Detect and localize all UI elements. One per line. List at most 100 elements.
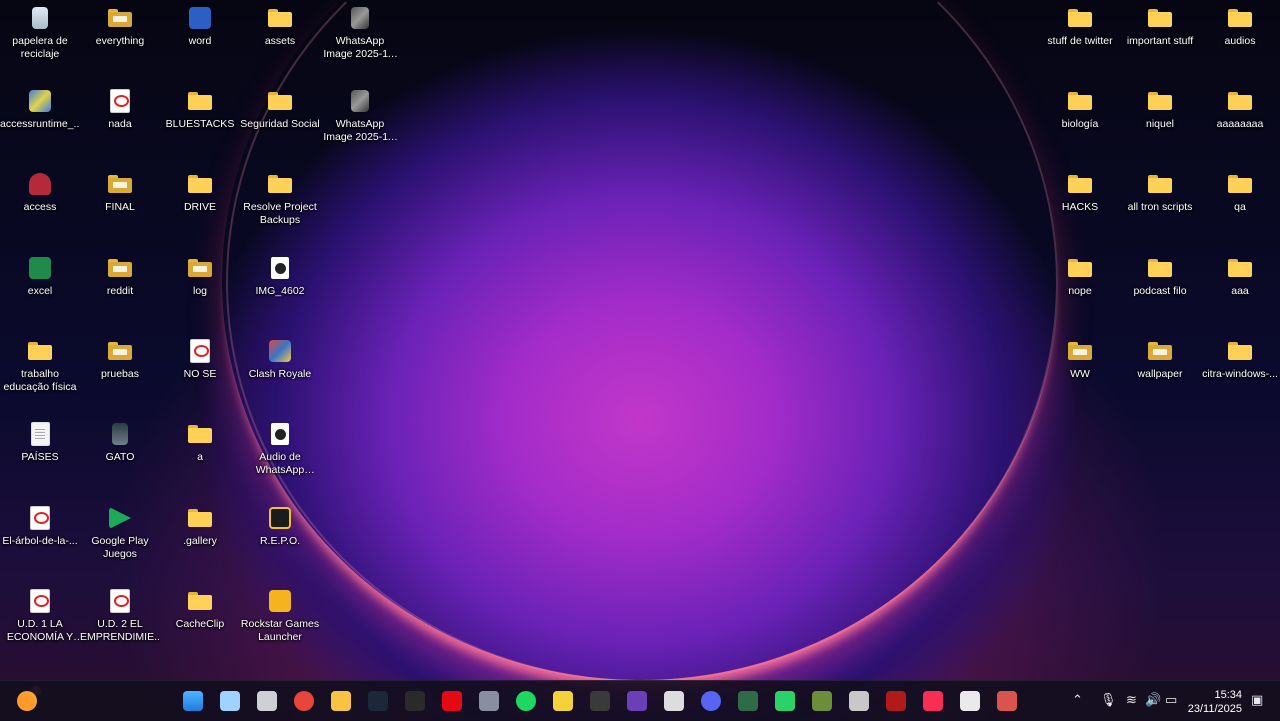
widgets-button[interactable] bbox=[14, 688, 40, 714]
desktop-icon-22[interactable]: PAÍSES bbox=[0, 418, 80, 498]
epic-games-taskbar-button[interactable] bbox=[402, 688, 428, 714]
chatgpt-taskbar-button[interactable] bbox=[957, 688, 983, 714]
usb-taskbar-button[interactable] bbox=[846, 688, 872, 714]
desktop-icon-25[interactable]: Audio de WhatsApp 2025... bbox=[240, 418, 320, 498]
desktop-icon-44[interactable]: podcast filo bbox=[1120, 252, 1200, 332]
clock-date: 23/11/2025 bbox=[1187, 703, 1242, 715]
battery-icon[interactable]: ▭ bbox=[1165, 693, 1177, 709]
app-red-taskbar-button[interactable] bbox=[883, 688, 909, 714]
recycle-icon bbox=[27, 6, 53, 30]
pdf-icon bbox=[27, 589, 53, 613]
desktop-icon-29[interactable]: R.E.P.O. bbox=[240, 502, 320, 582]
desktop-icon-16[interactable]: log bbox=[160, 252, 240, 332]
netflix-taskbar-button[interactable] bbox=[439, 688, 465, 714]
snipping-taskbar-button[interactable] bbox=[735, 688, 761, 714]
desktop-icon-32[interactable]: CacheClip bbox=[160, 585, 240, 665]
desktop-icon-40[interactable]: HACKS bbox=[1040, 168, 1120, 248]
folder-icon bbox=[1147, 89, 1173, 113]
desktop-icon-4[interactable]: WhatsApp Image 2025-11-23 at 1... bbox=[320, 2, 400, 82]
microphone-icon[interactable]: 🎙 bbox=[1100, 693, 1117, 709]
chrome-taskbar-button[interactable] bbox=[291, 688, 317, 714]
desktop-icon-46[interactable]: WW bbox=[1040, 335, 1120, 415]
desktop-icon-15[interactable]: reddit bbox=[80, 252, 160, 332]
lemon-app-taskbar-button[interactable] bbox=[550, 688, 576, 714]
desktop-icon-35[interactable]: important stuff bbox=[1120, 2, 1200, 82]
desktop-icon-0[interactable]: papelera de reciclaje bbox=[0, 2, 80, 82]
volume-icon[interactable]: 🔊 bbox=[1145, 693, 1161, 709]
file-explorer-taskbar-button[interactable] bbox=[328, 688, 354, 714]
desktop-icon-12[interactable]: DRIVE bbox=[160, 168, 240, 248]
spotify-taskbar-button[interactable] bbox=[513, 688, 539, 714]
desktop-icon-27[interactable]: Google Play Juegos bbox=[80, 502, 160, 582]
folder-icon bbox=[1067, 6, 1093, 30]
desktop-icon-label: important stuff bbox=[1126, 35, 1194, 47]
desktop-icon-5[interactable]: accessruntime_... bbox=[0, 85, 80, 165]
desktop-icon-28[interactable]: .gallery bbox=[160, 502, 240, 582]
desktop-icon-43[interactable]: nope bbox=[1040, 252, 1120, 332]
desktop-icon-14[interactable]: excel bbox=[0, 252, 80, 332]
desktop-icon-label: U.D. 2 EL EMPRENDIMIE... bbox=[80, 618, 160, 643]
logitech-taskbar-button[interactable] bbox=[661, 688, 687, 714]
desktop-icon-label: pruebas bbox=[101, 368, 139, 380]
desktop-icon-9[interactable]: WhatsApp Image 2025-11-23 at 1... bbox=[320, 85, 400, 165]
desktop-icon-41[interactable]: all tron scripts bbox=[1120, 168, 1200, 248]
desktop-icon-38[interactable]: niquel bbox=[1120, 85, 1200, 165]
epic-games-icon bbox=[405, 691, 425, 711]
desktop-icon-23[interactable]: GATO bbox=[80, 418, 160, 498]
desktop-icon-19[interactable]: pruebas bbox=[80, 335, 160, 415]
show-hidden-icons-chevron-icon[interactable]: ⌃ bbox=[1072, 693, 1083, 709]
desktop-icon-45[interactable]: aaa bbox=[1200, 252, 1280, 332]
folder-dark-icon bbox=[107, 172, 133, 196]
git-diamond-icon bbox=[997, 691, 1017, 711]
task-view-taskbar-button[interactable] bbox=[254, 688, 280, 714]
desktop-icon-7[interactable]: BLUESTACKS bbox=[160, 85, 240, 165]
git-diamond-taskbar-button[interactable] bbox=[994, 688, 1020, 714]
desktop-icon-26[interactable]: El-árbol-de-la-... bbox=[0, 502, 80, 582]
weather-widget-icon bbox=[17, 691, 37, 711]
desktop-icon-21[interactable]: Clash Royale bbox=[240, 335, 320, 415]
desktop-icon-1[interactable]: everything bbox=[80, 2, 160, 82]
desktop-icon-label: WhatsApp Image 2025-11-23 at 1... bbox=[323, 118, 397, 143]
desktop-icon-33[interactable]: Rockstar Games Launcher bbox=[240, 585, 320, 665]
desktop-icon-37[interactable]: biología bbox=[1040, 85, 1120, 165]
line-taskbar-button[interactable] bbox=[772, 688, 798, 714]
desktop-icon-11[interactable]: FINAL bbox=[80, 168, 160, 248]
start-taskbar-button[interactable] bbox=[180, 688, 206, 714]
desktop-icon-20[interactable]: NO SE bbox=[160, 335, 240, 415]
davinci-icon bbox=[627, 691, 647, 711]
desktop-icon-10[interactable]: access bbox=[0, 168, 80, 248]
search-taskbar-button[interactable] bbox=[217, 688, 243, 714]
clock[interactable]: 15:34 23/11/2025 bbox=[1188, 688, 1242, 716]
desktop-icon-label: WW bbox=[1070, 368, 1090, 380]
discord-icon bbox=[701, 691, 721, 711]
desktop-icon-label: CacheClip bbox=[175, 618, 225, 630]
discord-taskbar-button[interactable] bbox=[698, 688, 724, 714]
desktop-icon-39[interactable]: aaaaaaaa bbox=[1200, 85, 1280, 165]
desktop-icon-47[interactable]: wallpaper bbox=[1120, 335, 1200, 415]
settings-taskbar-button[interactable] bbox=[476, 688, 502, 714]
obs-taskbar-button[interactable] bbox=[587, 688, 613, 714]
desktop-icon-31[interactable]: U.D. 2 EL EMPRENDIMIE... bbox=[80, 585, 160, 665]
desktop-icon-3[interactable]: assets bbox=[240, 2, 320, 82]
desktop-icon-17[interactable]: IMG_4602 bbox=[240, 252, 320, 332]
desktop-icon-34[interactable]: stuff de twitter bbox=[1040, 2, 1120, 82]
desktop-icon-2[interactable]: word bbox=[160, 2, 240, 82]
minecraft-taskbar-button[interactable] bbox=[809, 688, 835, 714]
desktop-icon-18[interactable]: trabalho educação física bbox=[0, 335, 80, 415]
davinci-taskbar-button[interactable] bbox=[624, 688, 650, 714]
desktop-icon-42[interactable]: qa bbox=[1200, 168, 1280, 248]
apple-music-taskbar-button[interactable] bbox=[920, 688, 946, 714]
notifications-icon[interactable]: ▣ bbox=[1251, 693, 1263, 709]
folder-icon bbox=[267, 172, 293, 196]
desktop-icon-13[interactable]: Resolve Project Backups bbox=[240, 168, 320, 248]
wifi-icon[interactable]: ≋ bbox=[1126, 693, 1137, 709]
desktop-icon-6[interactable]: nada bbox=[80, 85, 160, 165]
access-icon bbox=[27, 172, 53, 196]
steam-taskbar-button[interactable] bbox=[365, 688, 391, 714]
desktop-icon-24[interactable]: a bbox=[160, 418, 240, 498]
desktop-icon-30[interactable]: U.D. 1 LA ECONOMÍA Y L... bbox=[0, 585, 80, 665]
desktop-icon-36[interactable]: audios bbox=[1200, 2, 1280, 82]
desktop-icon-label: WhatsApp Image 2025-11-23 at 1... bbox=[323, 35, 397, 60]
desktop-icon-48[interactable]: citra-windows-... bbox=[1200, 335, 1280, 415]
desktop-icon-8[interactable]: Seguridad Social bbox=[240, 85, 320, 165]
